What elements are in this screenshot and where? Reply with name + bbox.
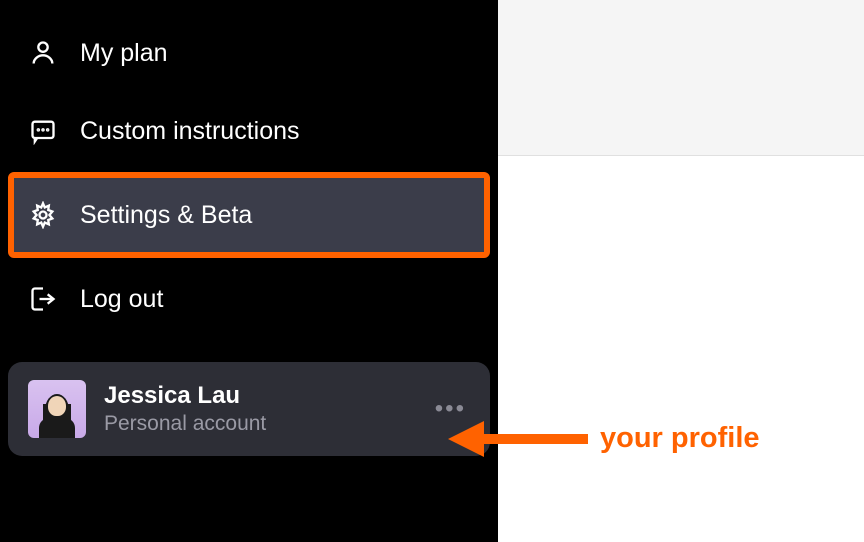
- gear-icon: [28, 200, 58, 230]
- menu-label: My plan: [80, 39, 168, 68]
- profile-card[interactable]: Jessica Lau Personal account •••: [8, 362, 490, 456]
- avatar: [28, 380, 86, 438]
- menu-list: My plan Custom instructions Settings & B…: [8, 8, 490, 344]
- profile-type: Personal account: [104, 412, 413, 436]
- annotation-label: your profile: [600, 422, 760, 455]
- content-area: [498, 0, 864, 542]
- menu-item-custom-instructions[interactable]: Custom instructions: [10, 94, 488, 168]
- chat-icon: [28, 116, 58, 146]
- user-icon: [28, 38, 58, 68]
- logout-icon: [28, 284, 58, 314]
- sidebar: My plan Custom instructions Settings & B…: [0, 0, 498, 542]
- arrow-icon: [448, 432, 588, 446]
- profile-text: Jessica Lau Personal account: [104, 382, 413, 437]
- menu-label: Custom instructions: [80, 117, 300, 146]
- top-strip: [498, 0, 864, 156]
- menu-label: Log out: [80, 285, 163, 314]
- menu-label: Settings & Beta: [80, 201, 252, 230]
- annotation: your profile: [448, 422, 760, 455]
- menu-item-my-plan[interactable]: My plan: [10, 16, 488, 90]
- menu-item-settings-beta[interactable]: Settings & Beta: [8, 172, 490, 258]
- profile-name: Jessica Lau: [104, 382, 413, 411]
- menu-item-log-out[interactable]: Log out: [10, 262, 488, 336]
